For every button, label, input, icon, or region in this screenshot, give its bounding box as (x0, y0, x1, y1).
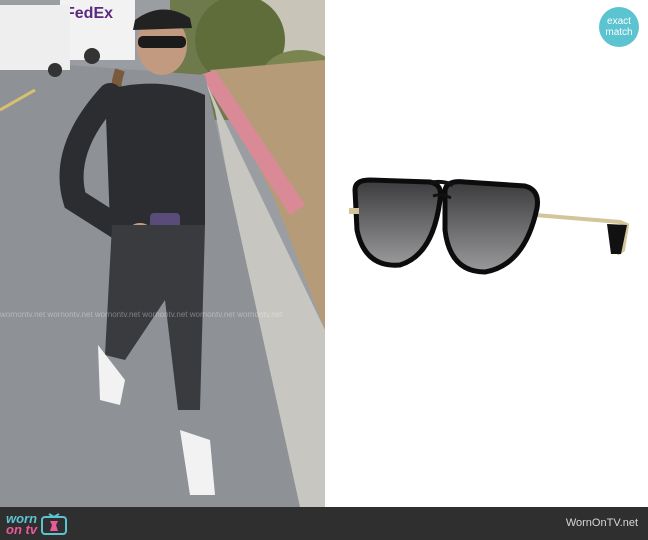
street-scene-illustration: FedEx (0, 0, 325, 507)
outfit-photo: FedEx wornontv.net wornontv.net wornontv… (0, 0, 325, 507)
site-logo[interactable]: worn on tv (6, 512, 68, 537)
badge-line-2: match (605, 27, 633, 38)
photo-watermark: wornontv.net wornontv.net wornontv.net w… (0, 310, 283, 319)
badge-line-1: exact (607, 16, 631, 27)
tv-icon (41, 513, 68, 535)
product-image[interactable] (325, 0, 648, 507)
truck-logo-text: FedEx (65, 5, 113, 22)
footer-bar: worn on tv WornOnTV.net (0, 507, 648, 540)
exact-match-badge: exact match (599, 7, 639, 47)
logo-text: worn on tv (6, 512, 38, 537)
site-name: WornOnTV.net (565, 517, 638, 529)
aviator-sunglasses-icon (349, 177, 630, 275)
logo-ontv: on tv (6, 522, 38, 537)
